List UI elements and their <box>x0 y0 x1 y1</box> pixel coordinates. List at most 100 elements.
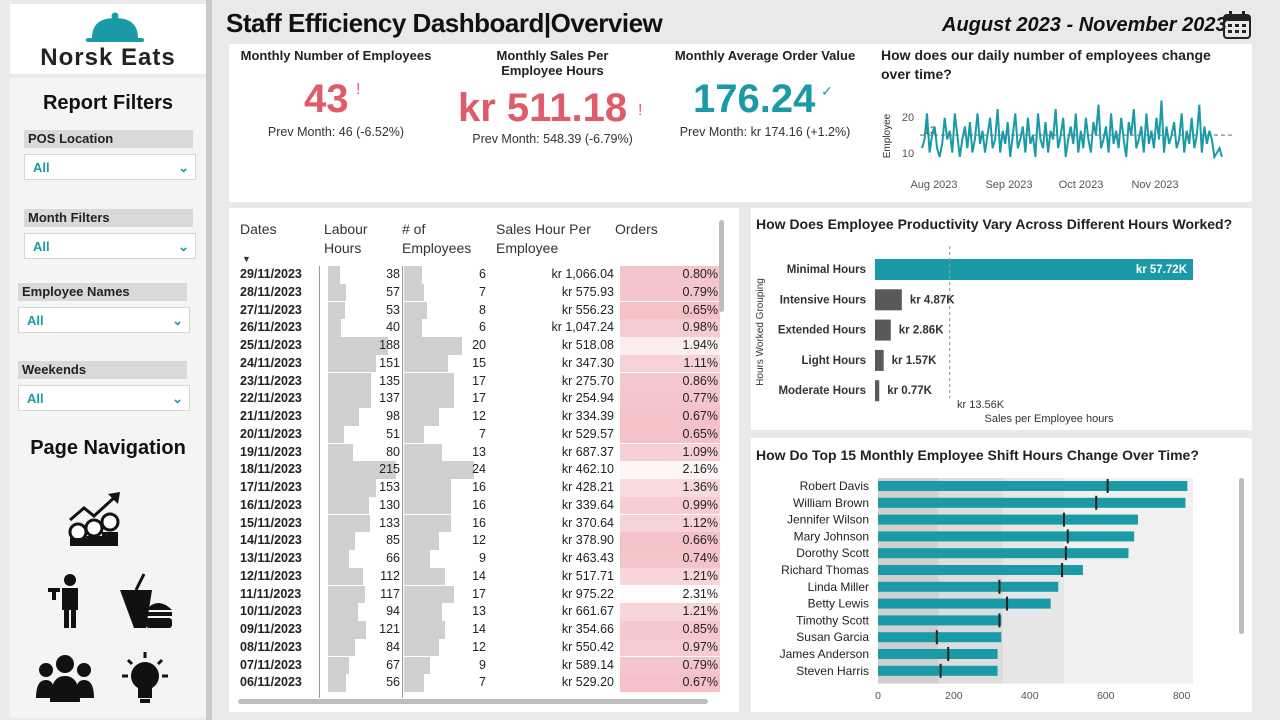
table-row[interactable]: 10/11/2023 94 13 kr 661.67 1.21% <box>238 603 720 621</box>
table-row[interactable]: 29/11/2023 38 6 kr 1,066.04 0.80% <box>238 266 720 284</box>
cell-employees: 16 <box>472 480 486 494</box>
team-icon[interactable] <box>36 652 94 702</box>
table-row[interactable]: 07/11/2023 67 9 kr 589.14 0.79% <box>238 656 720 675</box>
cell-date: 20/11/2023 <box>240 426 302 441</box>
shift-hours-chart[interactable]: Robert Davis William Brown Jennifer Wilson… <box>751 472 1252 708</box>
cell-labour-hours: 215 <box>379 462 400 477</box>
sales-growth-icon[interactable] <box>64 490 126 548</box>
table-row[interactable]: 26/11/2023 40 6 kr 1,047.24 0.98% <box>238 319 720 337</box>
food-menu-icon[interactable] <box>116 572 176 630</box>
weekends-dropdown[interactable]: All ⌄ <box>18 385 190 411</box>
productivity-bar[interactable] <box>875 319 891 341</box>
cell-sales-hour: kr 334.39 <box>561 409 614 423</box>
target-marker <box>1066 529 1069 544</box>
column-header-employees[interactable]: # of Employees <box>402 220 482 258</box>
table-row[interactable]: 17/11/2023 153 16 kr 428.21 1.36% <box>238 479 720 497</box>
cell-sales-hour: kr 339.64 <box>561 497 614 512</box>
cell-sales-hour: kr 661.67 <box>561 604 614 619</box>
cell-employees: 17 <box>472 586 486 601</box>
table-row[interactable]: 16/11/2023 130 16 kr 339.64 0.99% <box>238 496 720 515</box>
table-row[interactable]: 12/11/2023 112 14 kr 517.71 1.21% <box>238 567 720 586</box>
daily-employees-chart[interactable]: Employee 20 10 13 Aug 2023 Sep 2023 Oct … <box>874 92 1246 200</box>
calendar-icon[interactable] <box>1222 10 1252 40</box>
table-row[interactable]: 08/11/2023 84 12 kr 550.42 0.97% <box>238 638 720 657</box>
table-header: Dates ▼ Labour Hours # of Employees Sale… <box>240 220 720 264</box>
cell-labour-hours: 188 <box>379 338 400 352</box>
column-header-dates[interactable]: Dates <box>240 220 310 239</box>
table-row[interactable]: 22/11/2023 137 17 kr 254.94 0.77% <box>238 390 720 408</box>
table-row[interactable]: 15/11/2023 133 16 kr 370.64 1.12% <box>238 514 720 533</box>
shift-hours-bar[interactable] <box>878 481 1188 491</box>
cell-orders: 2.16% <box>682 462 718 477</box>
table-vertical-scrollbar[interactable] <box>719 220 724 312</box>
table-row[interactable]: 25/11/2023 188 20 kr 518.08 1.94% <box>238 337 720 355</box>
pos-location-dropdown[interactable]: All ⌄ <box>24 154 196 180</box>
cell-sales-hour: kr 529.20 <box>561 675 614 690</box>
kpi-card-employees[interactable]: Monthly Number of Employees 43 ! Prev Mo… <box>232 48 440 139</box>
table-row[interactable]: 06/11/2023 56 7 kr 529.20 0.67% <box>238 674 720 692</box>
table-row[interactable]: 28/11/2023 57 7 kr 575.93 0.79% <box>238 283 720 302</box>
table-row[interactable]: 09/11/2023 121 14 kr 354.66 0.85% <box>238 621 720 639</box>
shift-hours-bar[interactable] <box>878 598 1051 609</box>
shift-hours-bar[interactable] <box>878 615 1002 626</box>
cell-orders: 0.77% <box>682 391 718 406</box>
sidebar-divider <box>206 0 212 720</box>
shift-hours-bar[interactable] <box>878 649 998 659</box>
table-row[interactable]: 19/11/2023 80 13 kr 687.37 1.09% <box>238 443 720 462</box>
cell-sales-hour: kr 378.90 <box>561 533 614 548</box>
employee-names-dropdown[interactable]: All ⌄ <box>18 307 190 333</box>
table-row[interactable]: 21/11/2023 98 12 kr 334.39 0.67% <box>238 408 720 426</box>
idea-icon[interactable] <box>116 650 174 706</box>
table-row[interactable]: 14/11/2023 85 12 kr 378.90 0.66% <box>238 532 720 550</box>
cell-employees: 16 <box>472 515 486 530</box>
shift-hours-bar[interactable] <box>878 531 1135 542</box>
y-axis-label: Hours Worked Grouping <box>755 278 766 386</box>
column-header-labour-hours[interactable]: Labour Hours <box>324 220 384 258</box>
shift-hours-bar[interactable] <box>878 565 1083 575</box>
shift-hours-bar[interactable] <box>878 665 998 676</box>
kpi-card-avg-order[interactable]: Monthly Average Order Value 176.24 ✓ Pre… <box>665 48 865 139</box>
productivity-bar[interactable] <box>875 380 880 402</box>
shift-hours-bar[interactable] <box>878 632 1002 643</box>
dropdown-value: All <box>27 391 44 406</box>
productivity-bar[interactable] <box>875 349 884 371</box>
shift-hours-bar[interactable] <box>878 581 1059 592</box>
productivity-bar[interactable] <box>875 289 902 311</box>
chart-vertical-scrollbar[interactable] <box>1239 478 1244 634</box>
cell-date: 25/11/2023 <box>240 338 302 352</box>
table-row[interactable]: 20/11/2023 51 7 kr 529.57 0.65% <box>238 425 720 444</box>
table-row[interactable]: 13/11/2023 66 9 kr 463.43 0.74% <box>238 550 720 568</box>
table-row[interactable]: 18/11/2023 215 24 kr 462.10 2.16% <box>238 461 720 479</box>
cell-employees: 6 <box>479 267 486 281</box>
bar-category-label: Intensive Hours <box>780 294 866 306</box>
waiter-icon[interactable] <box>46 572 86 630</box>
table-horizontal-scrollbar[interactable] <box>238 699 708 704</box>
table-row[interactable]: 24/11/2023 151 15 kr 347.30 1.11% <box>238 354 720 373</box>
employee-series-line <box>921 100 1223 160</box>
cell-date: 07/11/2023 <box>240 657 302 672</box>
target-marker <box>939 663 942 678</box>
table-row[interactable]: 11/11/2023 117 17 kr 975.22 2.31% <box>238 585 720 604</box>
productivity-chart[interactable]: Hours Worked Grouping Sales per Employee… <box>751 240 1252 428</box>
filter-label: POS Location <box>24 130 193 148</box>
shift-hours-bar[interactable] <box>878 497 1186 508</box>
target-marker <box>1064 546 1067 561</box>
cell-sales-hour: kr 370.64 <box>561 515 614 530</box>
target-marker <box>947 647 950 661</box>
month-filter-dropdown[interactable]: All ⌄ <box>24 233 196 259</box>
column-header-sales-hour[interactable]: Sales Hour Per Employee <box>496 220 606 258</box>
cell-orders: 0.65% <box>682 302 718 317</box>
sort-desc-icon[interactable]: ▼ <box>242 254 251 264</box>
shift-hours-bar[interactable] <box>878 514 1138 525</box>
cell-employees: 15 <box>472 355 486 370</box>
cell-labour-hours: 137 <box>379 391 400 406</box>
table-row[interactable]: 27/11/2023 53 8 kr 556.23 0.65% <box>238 301 720 320</box>
shift-hours-bar[interactable] <box>878 548 1129 559</box>
column-header-orders[interactable]: Orders <box>615 220 675 239</box>
kpi-card-sales-per-hour[interactable]: Monthly Sales Per Employee Hours kr 511.… <box>450 48 655 146</box>
cell-employees: 13 <box>472 604 486 619</box>
table-row[interactable]: 23/11/2023 135 17 kr 275.70 0.86% <box>238 372 720 391</box>
cell-orders: 0.67% <box>682 409 718 423</box>
cell-employees: 20 <box>472 338 486 352</box>
kpi-label: Monthly Sales Per Employee Hours <box>496 48 609 78</box>
